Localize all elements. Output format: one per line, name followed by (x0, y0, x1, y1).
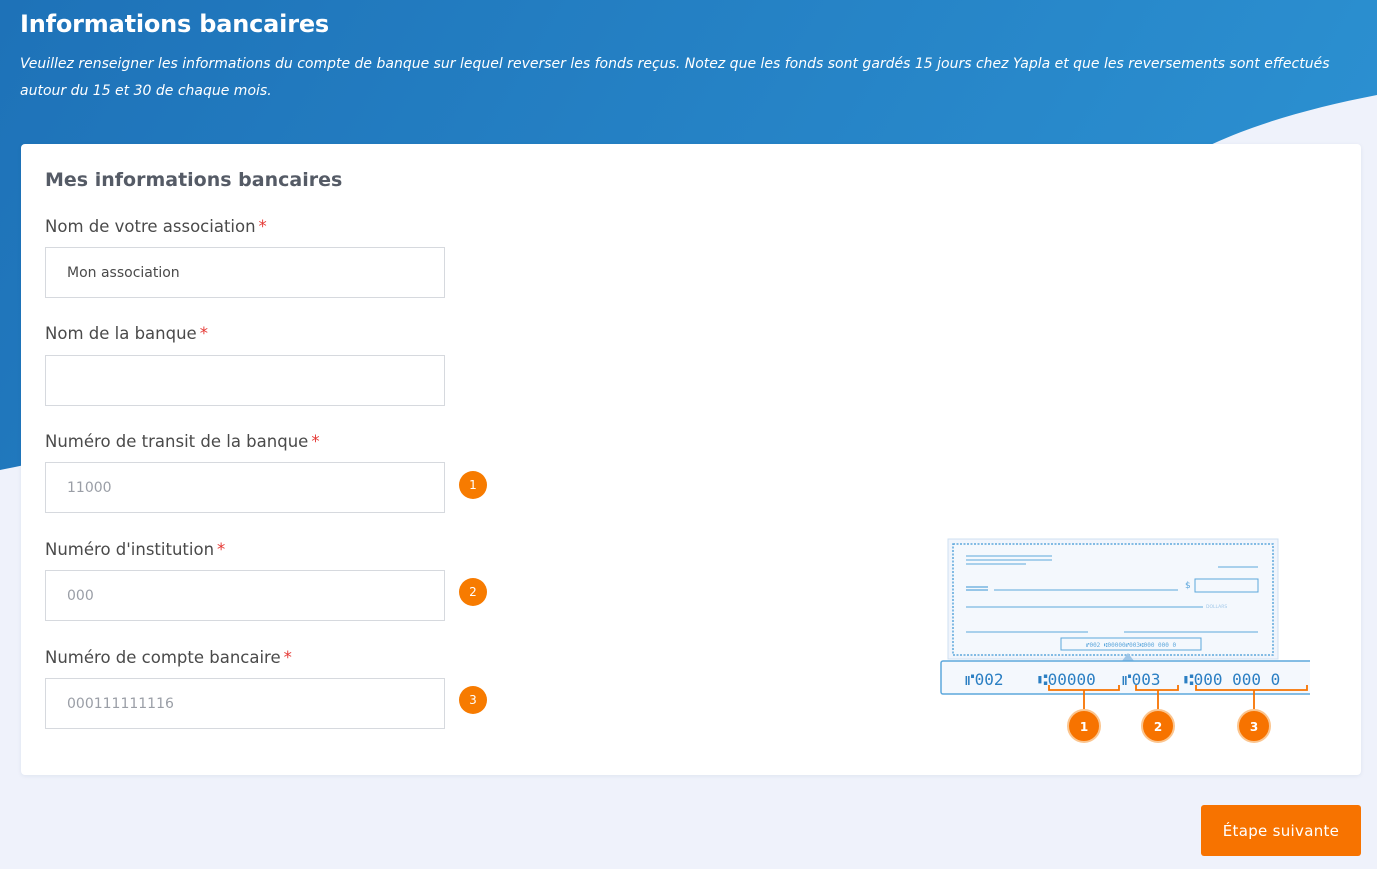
page-title: Informations bancaires (20, 10, 330, 38)
account-number-label: Numéro de compte bancaire * (45, 648, 292, 667)
bank-name-input[interactable] (45, 355, 445, 406)
cheque-badge-1-label: 1 (1080, 720, 1088, 734)
page-description: Veuillez renseigner les informations du … (20, 56, 1330, 99)
required-asterisk: * (283, 648, 292, 667)
cheque-dollar-sign: $ (1185, 581, 1191, 591)
bank-name-label: Nom de la banque * (45, 324, 208, 343)
cheque-dollars-label: DOLLARS (1206, 604, 1227, 610)
micr-institution: ⑈003 (1122, 670, 1161, 689)
required-asterisk: * (311, 432, 320, 451)
required-asterisk: * (258, 217, 267, 236)
account-badge: 3 (459, 686, 487, 714)
account-number-input[interactable] (45, 678, 445, 729)
required-asterisk: * (199, 324, 208, 343)
cheque-badge-2-label: 2 (1154, 720, 1162, 734)
required-asterisk: * (217, 540, 226, 559)
institution-number-label: Numéro d'institution * (45, 540, 226, 559)
bank-info-card: Mes informations bancaires Nom de votre … (21, 144, 1361, 775)
institution-badge: 2 (459, 578, 487, 606)
transit-number-label: Numéro de transit de la banque * (45, 432, 320, 451)
transit-badge: 1 (459, 471, 487, 499)
card-title: Mes informations bancaires (45, 169, 343, 191)
next-step-button[interactable]: Étape suivante (1201, 805, 1361, 856)
micr-part-0: ⑈002 (965, 670, 1004, 689)
transit-number-input[interactable] (45, 462, 445, 513)
micr-account: ⑆000 000 0 (1184, 670, 1280, 689)
cheque-illustration: $ DOLLARS ⑈002 ⑆00000⑈003⑆000 000 0 ⑈002… (940, 538, 1310, 743)
institution-number-input[interactable] (45, 570, 445, 621)
micr-transit: ⑆00000 (1038, 670, 1096, 689)
association-name-input[interactable] (45, 247, 445, 298)
cheque-micr-small: ⑈002 ⑆00000⑈003⑆000 000 0 (1086, 642, 1177, 649)
association-name-label: Nom de votre association * (45, 217, 267, 236)
cheque-badge-3-label: 3 (1250, 720, 1258, 734)
